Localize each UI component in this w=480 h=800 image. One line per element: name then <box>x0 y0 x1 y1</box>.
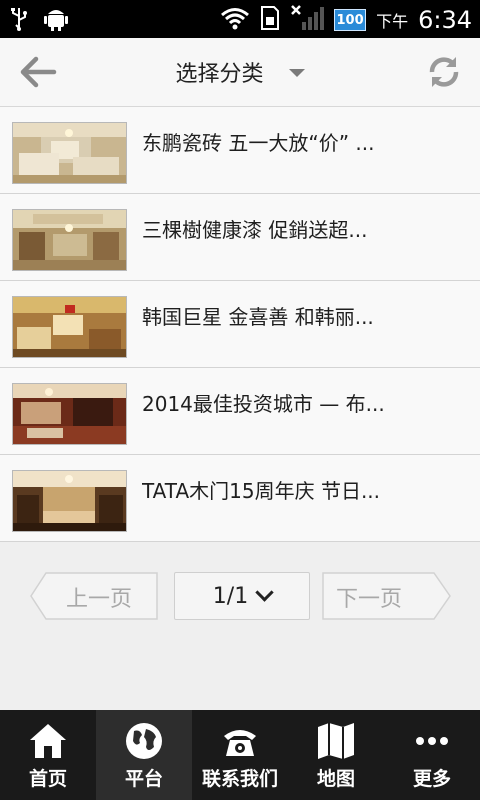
next-page-label: 下一页 <box>336 587 403 612</box>
article-title: TATA木门15周年庆 节日... <box>142 479 381 503</box>
nav-label-map: 地图 <box>316 768 355 790</box>
page-select[interactable]: 1/1 <box>174 572 310 620</box>
list-item[interactable]: 三棵樹健康漆 促銷送超... <box>0 194 480 281</box>
article-title: 三棵樹健康漆 促銷送超... <box>142 218 368 242</box>
pagination: 上一页 1/1 下一页 <box>0 572 480 620</box>
status-bar: 100 下午 6:34 <box>0 0 480 38</box>
prev-page-label: 上一页 <box>66 587 133 612</box>
android-icon <box>44 6 68 36</box>
article-thumbnail <box>12 296 127 358</box>
nav-item-contact[interactable]: 联系我们 <box>192 710 288 800</box>
sim-icon <box>260 5 280 35</box>
list-item[interactable]: 2014最佳投资城市 — 布... <box>0 368 480 455</box>
status-ampm: 下午 <box>376 12 409 31</box>
prev-page-button[interactable]: 上一页 <box>30 572 158 620</box>
nav-item-map[interactable]: 地图 <box>288 710 384 800</box>
article-thumbnail <box>12 383 127 445</box>
article-title: 2014最佳投资城市 — 布... <box>142 392 385 416</box>
next-page-button[interactable]: 下一页 <box>322 572 452 620</box>
usb-icon <box>10 6 28 36</box>
refresh-icon <box>424 57 464 96</box>
status-right-icons: 100 下午 6:34 <box>220 4 472 36</box>
caret-down-icon <box>288 69 305 77</box>
refresh-button[interactable] <box>424 52 464 92</box>
article-thumbnail <box>12 470 127 532</box>
list-item[interactable]: TATA木门15周年庆 节日... <box>0 455 480 542</box>
list-item[interactable]: 韩国巨星 金喜善 和韩丽... <box>0 281 480 368</box>
status-left-icons <box>10 6 68 36</box>
nav-item-home[interactable]: 首页 <box>0 710 96 800</box>
nav-label-home: 首页 <box>28 768 67 790</box>
bottom-nav: 首页 平台 联系我们 地图 更多 <box>0 710 480 800</box>
signal-icon <box>290 4 325 36</box>
article-title: 韩国巨星 金喜善 和韩丽... <box>142 305 374 329</box>
article-thumbnail <box>12 122 127 184</box>
more-icon <box>411 720 453 762</box>
category-selector[interactable]: 选择分类 <box>0 56 480 88</box>
nav-item-platform[interactable]: 平台 <box>96 710 192 800</box>
nav-label-contact: 联系我们 <box>201 768 278 790</box>
chevron-down-icon <box>255 582 274 602</box>
nav-item-more[interactable]: 更多 <box>384 710 480 800</box>
map-icon <box>315 720 357 762</box>
page-title: 选择分类 <box>175 62 264 87</box>
list-item[interactable]: 东鹏瓷砖 五一大放“价” ... <box>0 107 480 194</box>
article-list: 东鹏瓷砖 五一大放“价” ... 三棵樹健康漆 促銷送超... 韩国巨星 金喜善… <box>0 107 480 542</box>
nav-label-more: 更多 <box>412 768 451 790</box>
home-icon <box>27 720 69 762</box>
phone-icon <box>219 720 261 762</box>
article-thumbnail <box>12 209 127 271</box>
article-title: 东鹏瓷砖 五一大放“价” ... <box>142 131 375 155</box>
globe-icon <box>123 720 165 762</box>
app-header: 选择分类 <box>0 38 480 107</box>
wifi-icon <box>220 6 250 34</box>
status-time: 6:34 <box>418 6 472 34</box>
page-value: 1/1 <box>212 583 249 609</box>
battery-indicator: 100 <box>334 9 367 31</box>
nav-label-platform: 平台 <box>124 768 163 790</box>
